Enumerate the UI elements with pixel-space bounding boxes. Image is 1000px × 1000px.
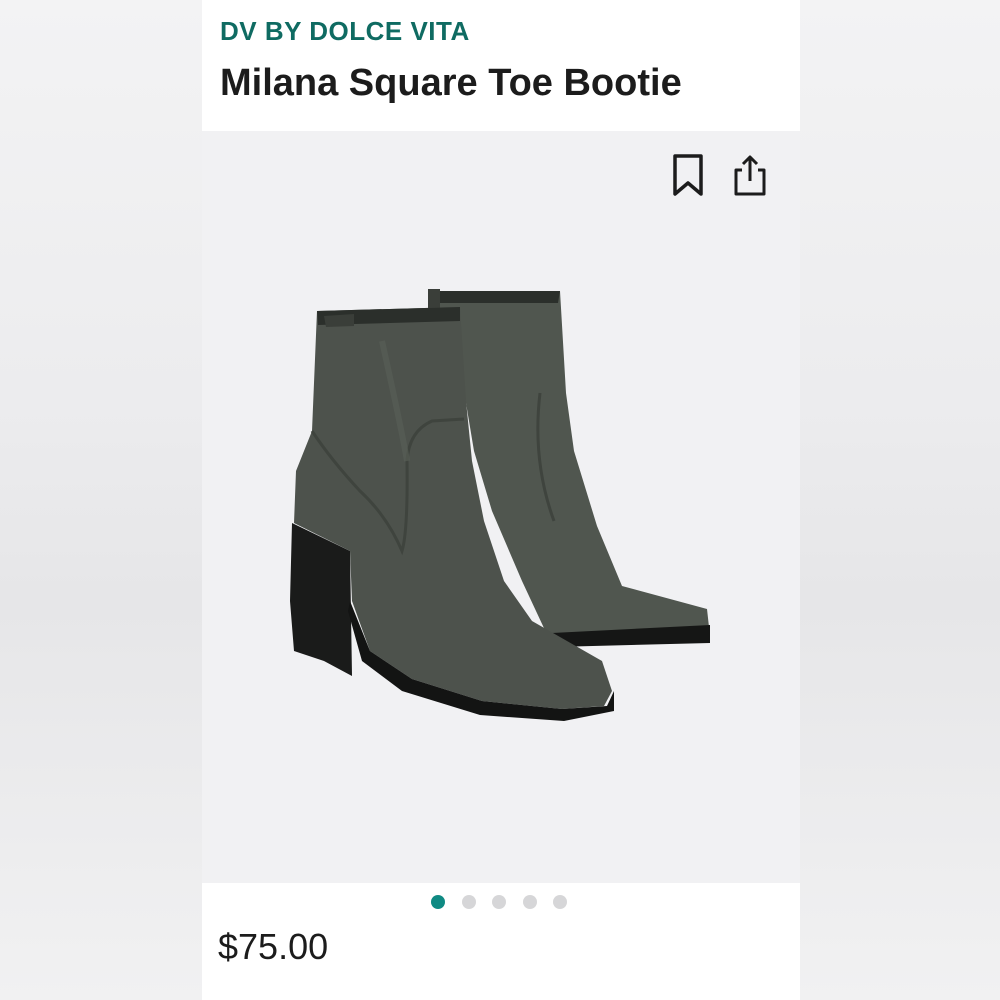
product-image bbox=[290, 289, 710, 721]
pagination-dot-5[interactable] bbox=[553, 895, 567, 909]
bookmark-button[interactable] bbox=[668, 151, 708, 199]
product-image-carousel[interactable] bbox=[202, 131, 800, 883]
background-right bbox=[798, 0, 1000, 1000]
share-icon bbox=[734, 155, 766, 196]
pagination-dot-3[interactable] bbox=[492, 895, 506, 909]
brand-name[interactable]: DV BY DOLCE VITA bbox=[220, 16, 470, 47]
product-price: $75.00 bbox=[218, 926, 329, 967]
product-card: DV BY DOLCE VITA Milana Square Toe Booti… bbox=[202, 0, 800, 1000]
share-button[interactable] bbox=[730, 151, 770, 199]
pagination-dot-2[interactable] bbox=[462, 895, 476, 909]
pagination-dot-4[interactable] bbox=[523, 895, 537, 909]
carousel-pagination[interactable] bbox=[202, 893, 800, 913]
product-title: Milana Square Toe Bootie bbox=[220, 62, 682, 104]
pagination-dot-1[interactable] bbox=[431, 895, 445, 909]
bookmark-icon bbox=[673, 154, 703, 196]
background-left bbox=[0, 0, 202, 1000]
